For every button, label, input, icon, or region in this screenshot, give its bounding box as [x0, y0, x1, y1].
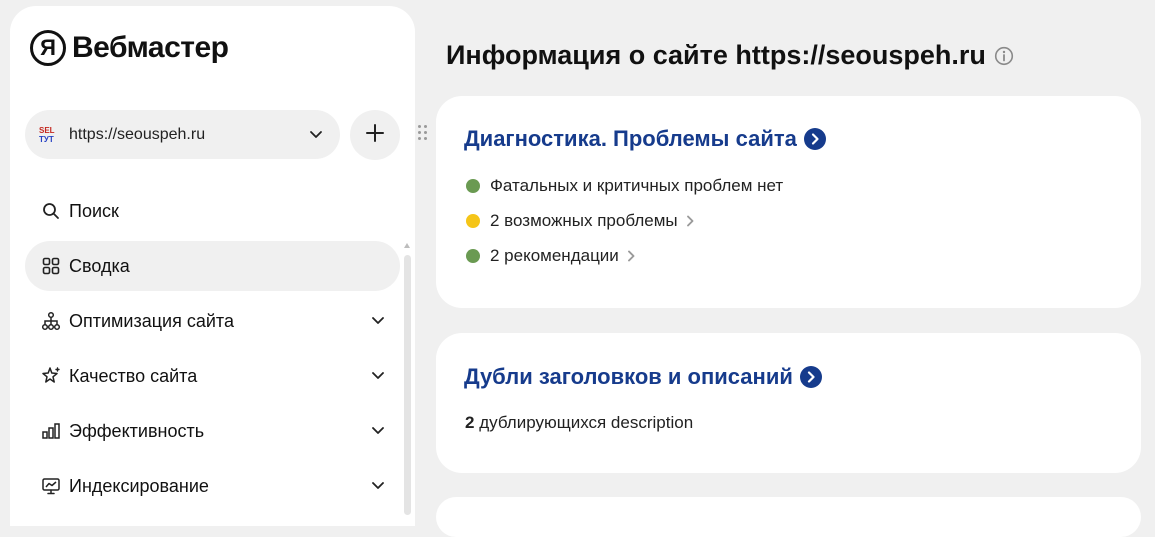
bar-chart-icon: [41, 421, 61, 441]
nav-item-label: Поиск: [69, 200, 119, 221]
app-title: Вебмастер: [72, 31, 229, 64]
diagnostics-row-recommendations[interactable]: 2 рекомендации: [466, 246, 637, 266]
add-site-button[interactable]: [350, 110, 400, 160]
chevron-right-icon: [684, 214, 696, 228]
monitor-chart-icon: [41, 476, 61, 496]
chevron-down-icon: [370, 477, 386, 498]
search-icon: [41, 201, 61, 221]
info-icon[interactable]: [994, 46, 1014, 66]
sidebar-scrollbar[interactable]: [404, 255, 411, 515]
nav-item-site-optimization[interactable]: Оптимизация сайта: [25, 296, 400, 346]
chevron-down-icon: [370, 422, 386, 443]
page-title: Информация о сайте https://seouspeh.ru: [446, 40, 1014, 71]
nav-item-efficiency[interactable]: Эффективность: [25, 406, 400, 456]
nav-item-label: Качество сайта: [69, 365, 198, 386]
sidebar: Я Вебмастер SEL ТУТ https://seouspeh.ru …: [10, 6, 415, 526]
yandex-logo-icon: Я: [30, 30, 66, 66]
duplicates-label: дублирующихся description: [479, 413, 694, 432]
status-ok-dot-icon: [466, 249, 480, 263]
site-selector[interactable]: SEL ТУТ https://seouspeh.ru: [25, 110, 340, 159]
nav-item-site-quality[interactable]: Качество сайта: [25, 351, 400, 401]
chevron-down-icon: [308, 126, 324, 147]
nav-item-search[interactable]: Поиск: [25, 186, 400, 236]
diagnostics-card: Диагностика. Проблемы сайта Фатальных и …: [436, 96, 1141, 308]
drag-handle-icon[interactable]: [418, 125, 428, 143]
card-title-text: Диагностика. Проблемы сайта: [464, 126, 797, 151]
arrow-right-circle-icon: [803, 128, 826, 150]
diagnostics-row: Фатальных и критичных проблем нет: [466, 176, 783, 196]
status-warning-dot-icon: [466, 214, 480, 228]
status-ok-dot-icon: [466, 179, 480, 193]
plus-icon: [365, 123, 385, 148]
chevron-down-icon: [370, 367, 386, 388]
chevron-down-icon: [370, 312, 386, 333]
sitemap-icon: [41, 311, 61, 331]
duplicates-summary: 2 дублирующихся description: [465, 413, 693, 433]
duplicates-card-title[interactable]: Дубли заголовков и описаний: [464, 364, 822, 390]
diagnostics-row-text: 2 рекомендации: [490, 246, 619, 265]
sparkle-star-icon: [41, 366, 61, 386]
nav-item-label: Эффективность: [69, 420, 205, 441]
favicon-text-top: SEL: [39, 125, 55, 135]
arrow-right-circle-icon: [799, 366, 822, 388]
duplicates-card: Дубли заголовков и описаний 2 дублирующи…: [436, 333, 1141, 473]
dashboard-grid-icon: [41, 256, 61, 276]
yandex-webmaster-logo[interactable]: Я Вебмастер: [30, 30, 229, 66]
favicon-text-bottom: ТУТ: [39, 134, 54, 144]
diagnostics-card-title[interactable]: Диагностика. Проблемы сайта: [464, 126, 826, 152]
nav-item-label: Оптимизация сайта: [69, 310, 234, 331]
diagnostics-row-text: 2 возможных проблемы: [490, 211, 678, 230]
nav-item-indexing[interactable]: Индексирование: [25, 461, 400, 511]
diagnostics-row-text: Фатальных и критичных проблем нет: [490, 176, 784, 195]
scroll-up-arrow-icon[interactable]: [404, 243, 410, 248]
chevron-right-icon: [625, 249, 637, 263]
nav-item-summary[interactable]: Сводка: [25, 241, 400, 291]
nav-item-label: Сводка: [69, 255, 130, 276]
diagnostics-row-possible-problems[interactable]: 2 возможных проблемы: [466, 211, 696, 231]
nav-item-label: Индексирование: [69, 475, 209, 496]
site-url: https://seouspeh.ru: [69, 125, 206, 143]
page-title-text: Информация о сайте https://seouspeh.ru: [446, 40, 986, 70]
next-card: [436, 497, 1141, 537]
duplicates-count: 2: [465, 413, 475, 432]
card-title-text: Дубли заголовков и описаний: [464, 364, 793, 389]
site-favicon-icon: SEL ТУТ: [39, 124, 61, 146]
